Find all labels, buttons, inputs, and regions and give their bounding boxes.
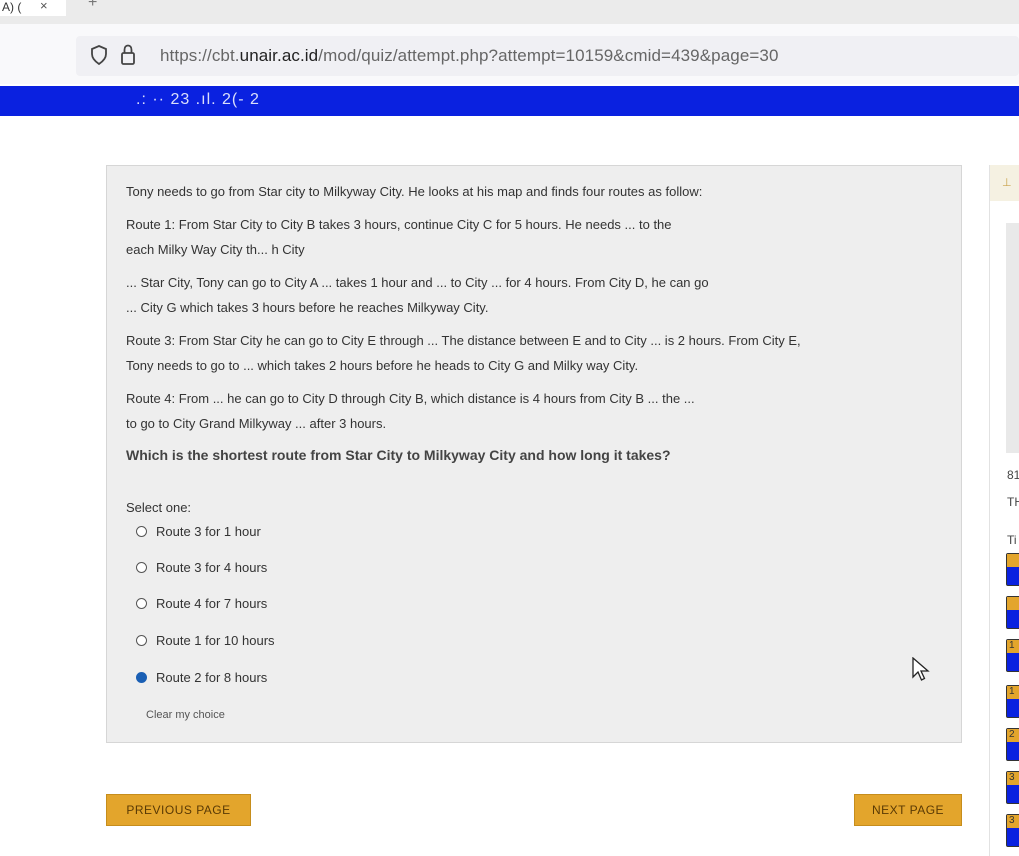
quiz-nav-button[interactable] (1006, 596, 1019, 629)
question-panel: Tony needs to go from Star city to Milky… (106, 165, 962, 743)
radio-button[interactable] (136, 526, 147, 537)
question-line-4: ... Star City, Tony can go to City A ...… (126, 275, 709, 290)
url-text[interactable]: https://cbt.unair.ac.id/mod/quiz/attempt… (160, 46, 779, 66)
select-one-label: Select one: (126, 500, 192, 515)
answer-label[interactable]: Route 2 for 8 hours (156, 670, 267, 685)
next-page-button[interactable]: NEXT PAGE (854, 794, 962, 826)
quiz-navigation-sidebar: ⊥ 81 TH Ti 1 1 2 3 3 (989, 165, 1019, 856)
question-line-3: each Milky Way City th... h City (126, 242, 305, 257)
question-line-5: ... City G which takes 3 hours before he… (126, 300, 489, 315)
quiz-nav-button[interactable]: 1 (1006, 639, 1019, 672)
question-prompt: Which is the shortest route from Star Ci… (126, 447, 671, 463)
radio-button-selected[interactable] (136, 672, 147, 683)
pin-icon[interactable]: ⊥ (1002, 176, 1012, 189)
question-line-6: Route 3: From Star City he can go to Cit… (126, 333, 801, 348)
answer-label[interactable]: Route 3 for 1 hour (156, 524, 261, 539)
shield-icon[interactable] (90, 45, 108, 65)
radio-button[interactable] (136, 635, 147, 646)
quiz-nav-number: 1 (1007, 686, 1019, 699)
radio-button[interactable] (136, 598, 147, 609)
answer-option-5[interactable]: Route 2 for 8 hours (136, 670, 267, 685)
url-prefix: https://cbt. (160, 46, 240, 65)
question-line-2: Route 1: From Star City to City B takes … (126, 217, 672, 232)
quiz-nav-button[interactable]: 3 (1006, 814, 1019, 847)
url-domain: unair.ac.id (239, 46, 319, 65)
url-path: /mod/quiz/attempt.php?attempt=10159&cmid… (318, 46, 779, 65)
sidebar-text: 81 (1007, 468, 1019, 482)
lock-icon[interactable] (120, 44, 136, 66)
sidebar-scroll-area[interactable] (1006, 223, 1019, 453)
browser-tab[interactable]: A) ( × (0, 0, 66, 16)
address-bar[interactable]: https://cbt.unair.ac.id/mod/quiz/attempt… (76, 36, 1019, 76)
previous-page-button[interactable]: PREVIOUS PAGE (106, 794, 251, 826)
answer-option-2[interactable]: Route 3 for 4 hours (136, 560, 267, 575)
answer-label[interactable]: Route 1 for 10 hours (156, 633, 275, 648)
browser-tabstrip: A) ( × + (0, 0, 1019, 24)
site-header: .: ·· 23 .ıl. 2(- 2 (0, 86, 1019, 116)
answer-label[interactable]: Route 4 for 7 hours (156, 596, 267, 611)
answer-option-1[interactable]: Route 3 for 1 hour (136, 524, 261, 539)
answer-option-3[interactable]: Route 4 for 7 hours (136, 596, 267, 611)
quiz-nav-button[interactable] (1006, 553, 1019, 586)
quiz-nav-button[interactable]: 1 (1006, 685, 1019, 718)
quiz-nav-number (1007, 554, 1019, 567)
question-line-7: Tony needs to go to ... which takes 2 ho… (126, 358, 639, 373)
quiz-nav-button[interactable]: 2 (1006, 728, 1019, 761)
tab-close-icon[interactable]: × (40, 0, 48, 13)
question-line-1: Tony needs to go from Star city to Milky… (126, 184, 703, 199)
clear-choice-link[interactable]: Clear my choice (146, 709, 225, 721)
quiz-nav-number: 1 (1007, 640, 1019, 653)
question-line-9: to go to City Grand Milkyway ... after 3… (126, 416, 387, 431)
header-text: .: ·· 23 .ıl. 2(- 2 (136, 91, 260, 108)
sidebar-text: Ti (1007, 533, 1017, 547)
sidebar-text: TH (1007, 495, 1019, 509)
radio-button[interactable] (136, 562, 147, 573)
question-line-8: Route 4: From ... he can go to City D th… (126, 391, 695, 406)
quiz-nav-number: 3 (1007, 815, 1019, 828)
browser-toolbar: https://cbt.unair.ac.id/mod/quiz/attempt… (0, 24, 1019, 84)
new-tab-icon[interactable]: + (88, 0, 97, 12)
quiz-nav-button[interactable]: 3 (1006, 771, 1019, 804)
answer-option-4[interactable]: Route 1 for 10 hours (136, 633, 275, 648)
quiz-nav-number (1007, 597, 1019, 610)
answer-label[interactable]: Route 3 for 4 hours (156, 560, 267, 575)
tab-label: A) ( (2, 0, 22, 14)
mouse-cursor-icon (912, 657, 930, 681)
quiz-nav-number: 3 (1007, 772, 1019, 785)
sidebar-header: ⊥ (990, 165, 1019, 201)
quiz-nav-number: 2 (1007, 729, 1019, 742)
